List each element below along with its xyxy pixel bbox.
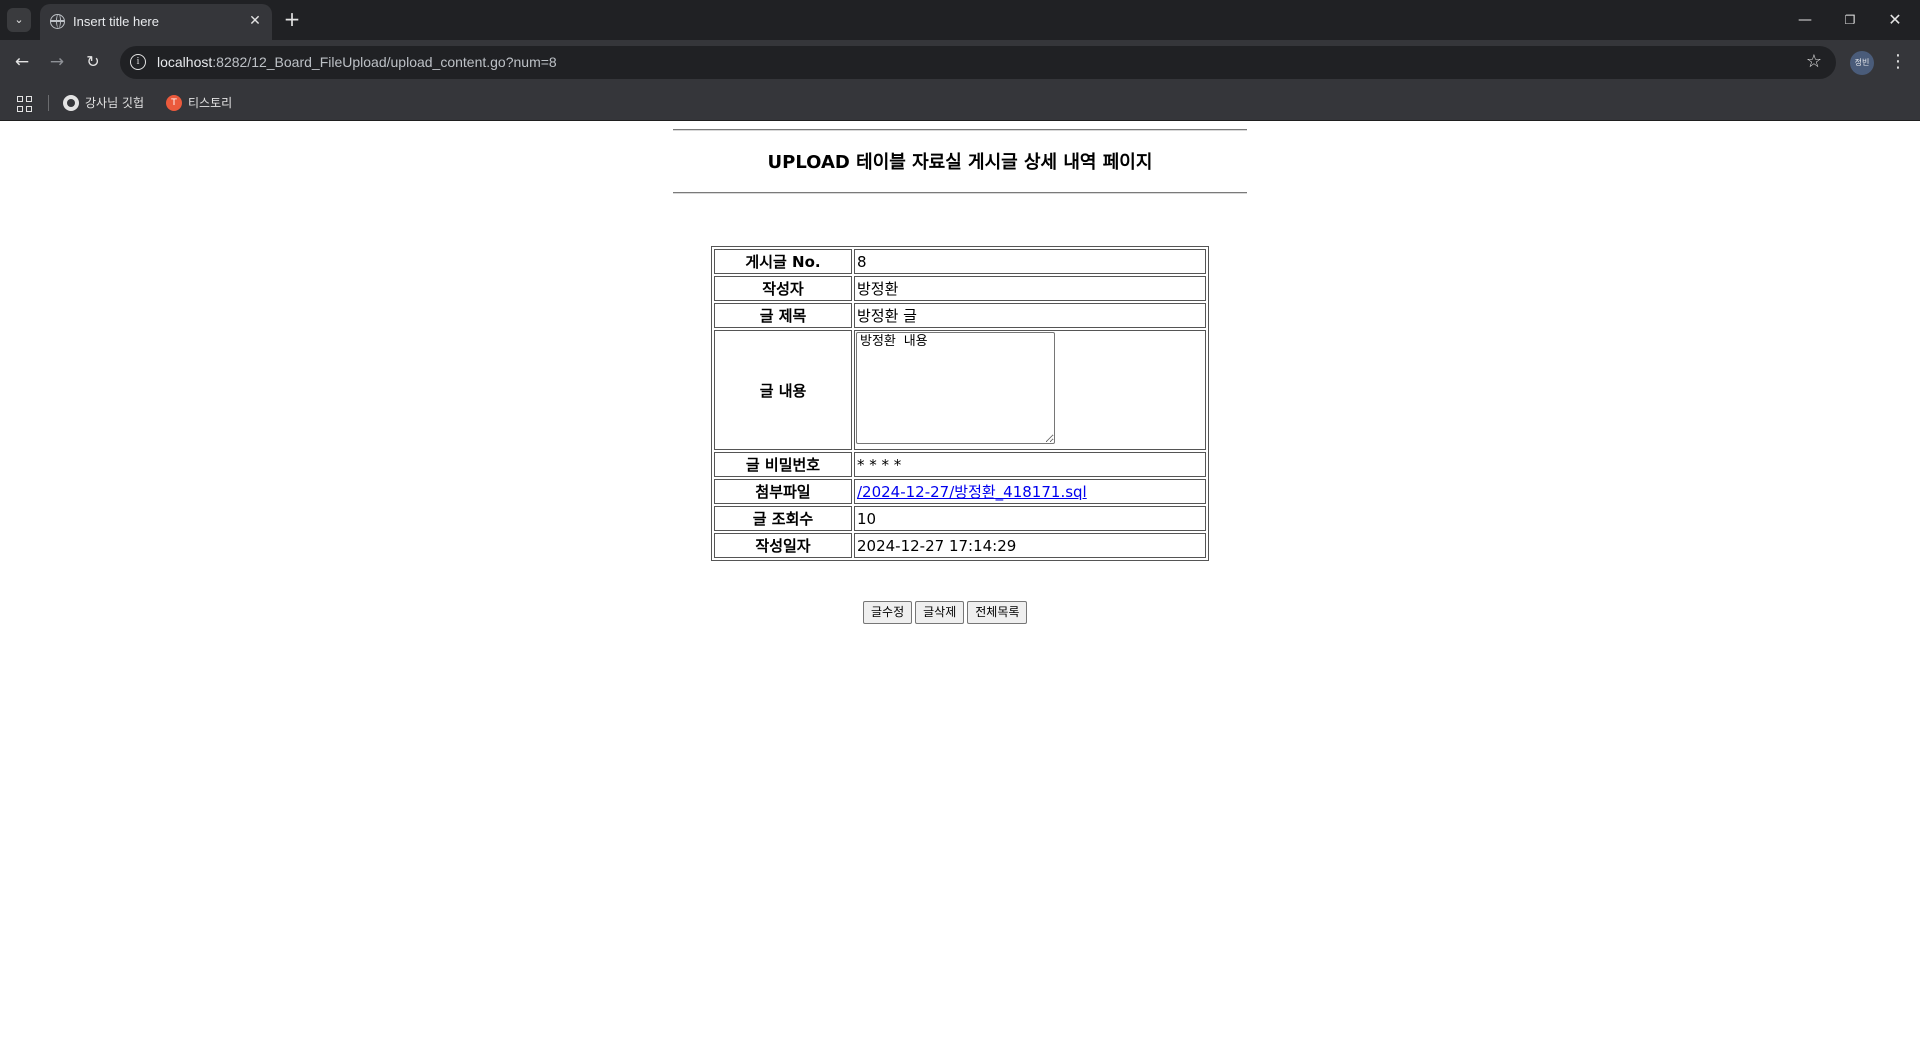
label-file: 첨부파일	[714, 479, 852, 504]
page-content: UPLOAD 테이블 자료실 게시글 상세 내역 페이지 게시글 No. 8 작…	[0, 122, 1920, 1040]
attachment-link[interactable]: /2024-12-27/방정환_418171.sql	[857, 483, 1087, 501]
post-detail-table: 게시글 No. 8 작성자 방정환 글 제목 방정환 글 글 내용 방정환 내용…	[711, 246, 1209, 561]
row-date: 작성일자 2024-12-27 17:14:29	[714, 533, 1206, 558]
browser-toolbar: ← → ↻ i localhost:8282/12_Board_FileUplo…	[0, 40, 1920, 85]
back-button[interactable]: ←	[9, 49, 35, 75]
bookmark-label: 강사님 깃헙	[85, 96, 145, 110]
url-host: localhost	[157, 54, 213, 70]
label-no: 게시글 No.	[714, 249, 852, 274]
row-hit: 글 조회수 10	[714, 506, 1206, 531]
value-password: * * * *	[854, 452, 1206, 477]
new-tab-button[interactable]: +	[280, 8, 304, 32]
window-close-button[interactable]: ✕	[1880, 8, 1910, 32]
bookmark-github[interactable]: 강사님 깃헙	[63, 92, 144, 114]
label-content: 글 내용	[714, 330, 852, 450]
reload-button[interactable]: ↻	[80, 49, 106, 75]
row-content: 글 내용 방정환 내용	[714, 330, 1206, 450]
row-subject: 글 제목 방정환 글	[714, 303, 1206, 328]
label-subject: 글 제목	[714, 303, 852, 328]
value-no: 8	[854, 249, 1206, 274]
bookmarks-bar: 강사님 깃헙 T 티스토리	[0, 85, 1920, 121]
browser-menu-icon[interactable]: ⋮	[1886, 49, 1910, 75]
row-password: 글 비밀번호 * * * *	[714, 452, 1206, 477]
value-date: 2024-12-27 17:14:29	[854, 533, 1206, 558]
content-textarea[interactable]: 방정환 내용	[856, 332, 1055, 444]
address-bar[interactable]: i localhost:8282/12_Board_FileUpload/upl…	[120, 46, 1836, 79]
bookmarks-divider	[48, 95, 49, 111]
label-password: 글 비밀번호	[714, 452, 852, 477]
globe-icon	[50, 14, 65, 29]
bookmark-tistory[interactable]: T 티스토리	[166, 92, 232, 114]
label-writer: 작성자	[714, 276, 852, 301]
value-content-cell: 방정환 내용	[854, 330, 1206, 450]
tab-title: Insert title here	[73, 14, 159, 29]
action-buttons: 글수정 글삭제 전체목록	[863, 601, 1030, 624]
profile-avatar[interactable]: 정빈	[1850, 51, 1874, 75]
row-writer: 작성자 방정환	[714, 276, 1206, 301]
tistory-icon: T	[166, 94, 182, 111]
value-file-cell: /2024-12-27/방정환_418171.sql	[854, 479, 1206, 504]
restore-button[interactable]: ❐	[1835, 8, 1865, 32]
label-hit: 글 조회수	[714, 506, 852, 531]
bookmark-star-icon[interactable]: ☆	[1806, 51, 1822, 72]
active-tab[interactable]: Insert title here ✕	[40, 4, 272, 40]
page-title: UPLOAD 테이블 자료실 게시글 상세 내역 페이지	[767, 152, 1153, 173]
value-hit: 10	[854, 506, 1206, 531]
url-text[interactable]: localhost:8282/12_Board_FileUpload/uploa…	[157, 54, 557, 70]
top-divider	[673, 129, 1247, 131]
tab-close-icon[interactable]: ✕	[246, 12, 264, 30]
bookmark-label: 티스토리	[188, 96, 233, 110]
row-no: 게시글 No. 8	[714, 249, 1206, 274]
value-writer: 방정환	[854, 276, 1206, 301]
bottom-divider	[673, 192, 1247, 194]
github-icon	[63, 94, 79, 111]
url-path: :8282/12_Board_FileUpload/upload_content…	[212, 54, 557, 70]
apps-grid-icon[interactable]	[17, 96, 33, 112]
label-date: 작성일자	[714, 533, 852, 558]
forward-button[interactable]: →	[44, 49, 70, 75]
edit-button[interactable]: 글수정	[863, 601, 913, 624]
row-file: 첨부파일 /2024-12-27/방정환_418171.sql	[714, 479, 1206, 504]
minimize-button[interactable]: —	[1790, 8, 1820, 32]
tab-search-button[interactable]: ⌄	[7, 8, 31, 32]
delete-button[interactable]: 글삭제	[915, 601, 965, 624]
value-subject: 방정환 글	[854, 303, 1206, 328]
list-button[interactable]: 전체목록	[967, 601, 1028, 624]
tab-strip: ⌄ Insert title here ✕ + — ❐ ✕	[0, 0, 1920, 40]
site-info-icon[interactable]: i	[130, 54, 146, 70]
